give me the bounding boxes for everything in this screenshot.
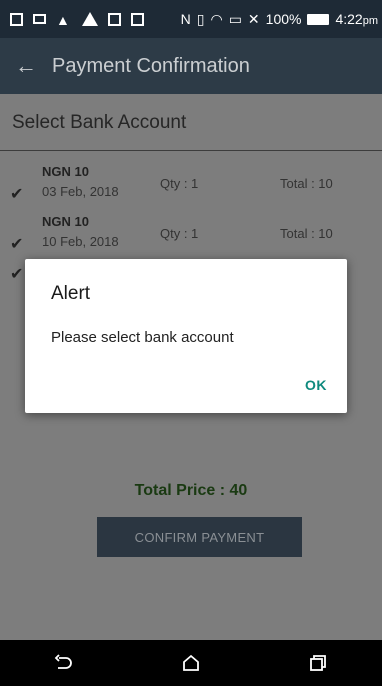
- divider: [0, 150, 382, 151]
- item-code: NGN 10: [42, 214, 89, 229]
- screen: ▲ N ▯ ◠ ▭ ✕ 100% 4:22pm ← Payment Confir…: [0, 0, 382, 686]
- item-total: Total : 10: [280, 176, 333, 191]
- status-bar: ▲ N ▯ ◠ ▭ ✕ 100% 4:22pm: [0, 0, 382, 38]
- status-notifications: ▲: [0, 12, 144, 28]
- clock-ampm: pm: [362, 15, 378, 27]
- back-nav-icon: [54, 654, 72, 669]
- app-bar: ← Payment Confirmation: [0, 38, 382, 94]
- signal-icon: ✕: [247, 10, 260, 27]
- notification-icon: [10, 12, 23, 26]
- dialog-title: Alert: [51, 283, 91, 304]
- home-icon: [183, 654, 199, 671]
- total-price: Total Price : 40: [134, 482, 248, 499]
- item-qty: Qty : 1: [160, 226, 199, 241]
- battery-icon: [307, 13, 330, 25]
- vibrate-icon: ▯: [196, 10, 205, 27]
- item-date: 03 Feb, 2018: [42, 184, 119, 199]
- wifi-icon: ◠: [210, 10, 223, 27]
- mail-icon: [33, 14, 46, 24]
- recents-icon: [310, 655, 327, 671]
- home-button[interactable]: [171, 643, 211, 683]
- item-qty: Qty : 1: [160, 176, 199, 191]
- image-icon: [108, 12, 121, 26]
- recents-button[interactable]: [298, 643, 338, 683]
- checkmark-icon: ✔: [10, 186, 24, 203]
- nfc-icon: N: [180, 11, 191, 27]
- app-icon: ▲: [56, 12, 70, 28]
- navigation-bar: [0, 640, 382, 686]
- dialog-message: Please select bank account: [51, 329, 234, 346]
- item-total: Total : 10: [280, 226, 333, 241]
- clock: 4:22pm: [335, 11, 378, 27]
- alert-dialog: Alert Please select bank account OK: [25, 259, 347, 413]
- checkmark-icon: ✔: [10, 266, 24, 283]
- confirm-payment-button[interactable]: CONFIRM PAYMENT: [97, 517, 302, 557]
- ok-button[interactable]: OK: [301, 373, 331, 397]
- item-code: NGN 10: [42, 164, 89, 179]
- page-title: Payment Confirmation: [52, 54, 250, 77]
- cast-icon: ▭: [228, 10, 242, 27]
- warning-icon: [82, 12, 98, 26]
- battery-percent: 100%: [265, 11, 302, 27]
- back-arrow-icon[interactable]: ←: [0, 53, 52, 79]
- status-system: N ▯ ◠ ▭ ✕ 100% 4:22pm: [181, 11, 382, 28]
- list-item[interactable]: ✔ NGN 10 03 Feb, 2018 Qty : 1 Total : 10: [0, 164, 382, 208]
- code-icon: [131, 12, 144, 26]
- clock-time: 4:22: [335, 11, 363, 27]
- back-button[interactable]: [44, 643, 84, 683]
- section-title: Select Bank Account: [12, 112, 187, 133]
